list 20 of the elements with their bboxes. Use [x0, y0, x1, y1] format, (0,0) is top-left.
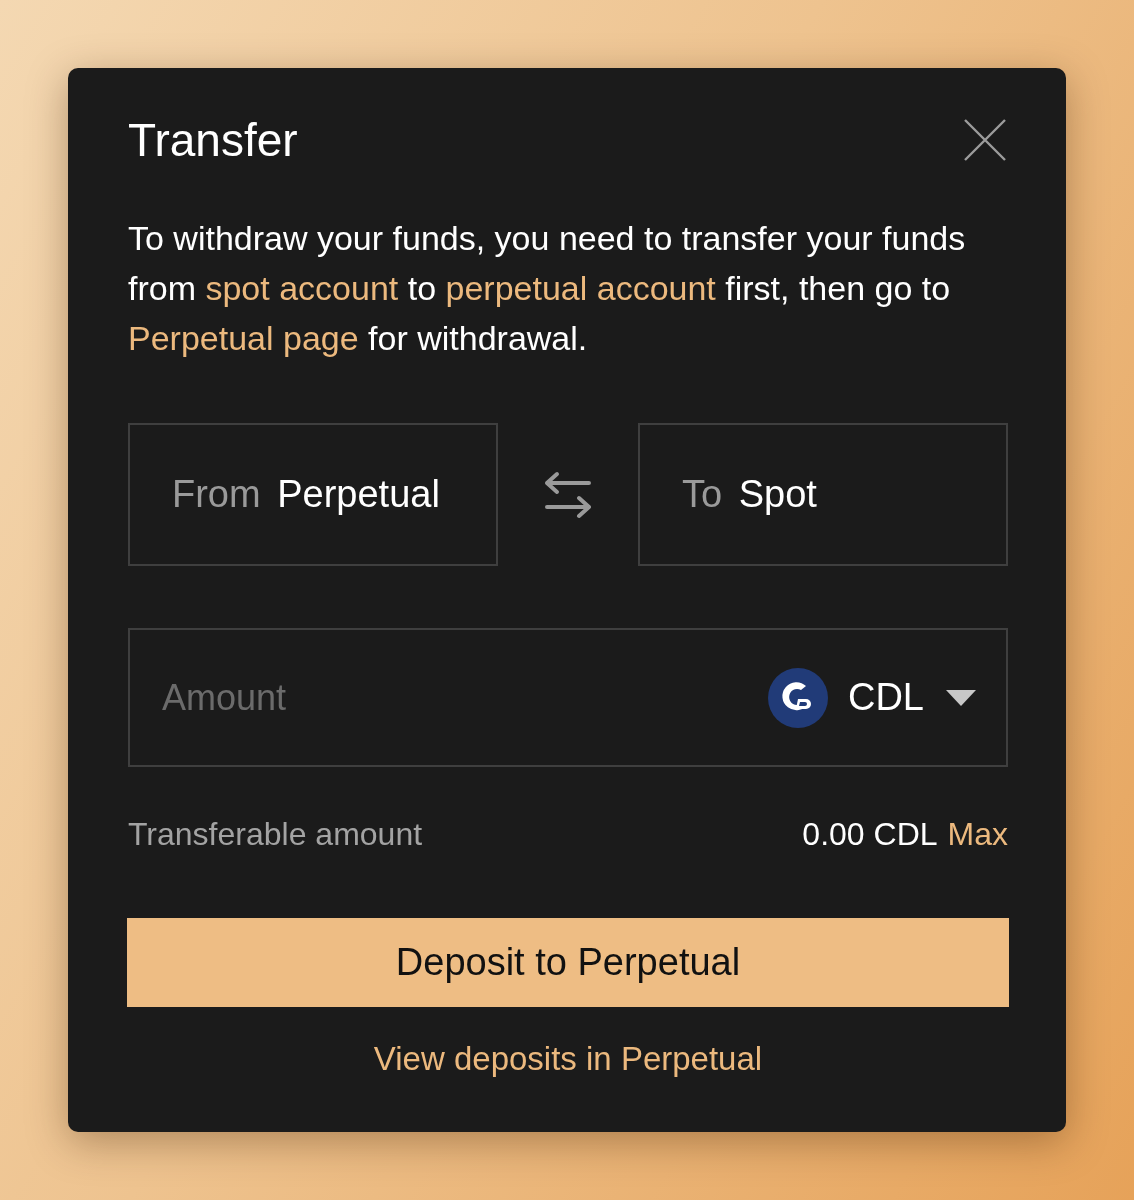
caret-down-icon [946, 689, 976, 706]
close-button[interactable] [964, 119, 1006, 161]
currency-selector[interactable]: CDL [767, 667, 976, 728]
swap-arrows-icon [543, 470, 593, 519]
deposit-button[interactable]: Deposit to Perpetual [127, 918, 1009, 1007]
coin-logo-icon [767, 667, 828, 728]
notice-link[interactable]: perpetual account [445, 269, 716, 307]
to-account-selector[interactable]: To Spot [638, 423, 1008, 566]
from-account-selector[interactable]: From Perpetual [128, 423, 498, 566]
transferable-value: 0.00 CDL [802, 815, 938, 854]
close-icon [964, 119, 1006, 161]
transferable-label: Transferable amount [128, 815, 423, 854]
view-deposits-link[interactable]: View deposits in Perpetual [373, 1039, 763, 1079]
dialog-title: Transfer [128, 113, 298, 168]
notice-link[interactable]: Perpetual page [128, 319, 359, 357]
transfer-notice: To withdraw your funds, you need to transfer your funds from spot account to perpetual account first, then go to Perpetual page for withdrawal. [128, 218, 967, 359]
swap-button[interactable] [543, 470, 593, 519]
amount-field[interactable]: Amount CDL [128, 628, 1008, 767]
notice-link[interactable]: spot account [205, 269, 399, 307]
max-link[interactable]: Max [947, 814, 1008, 854]
